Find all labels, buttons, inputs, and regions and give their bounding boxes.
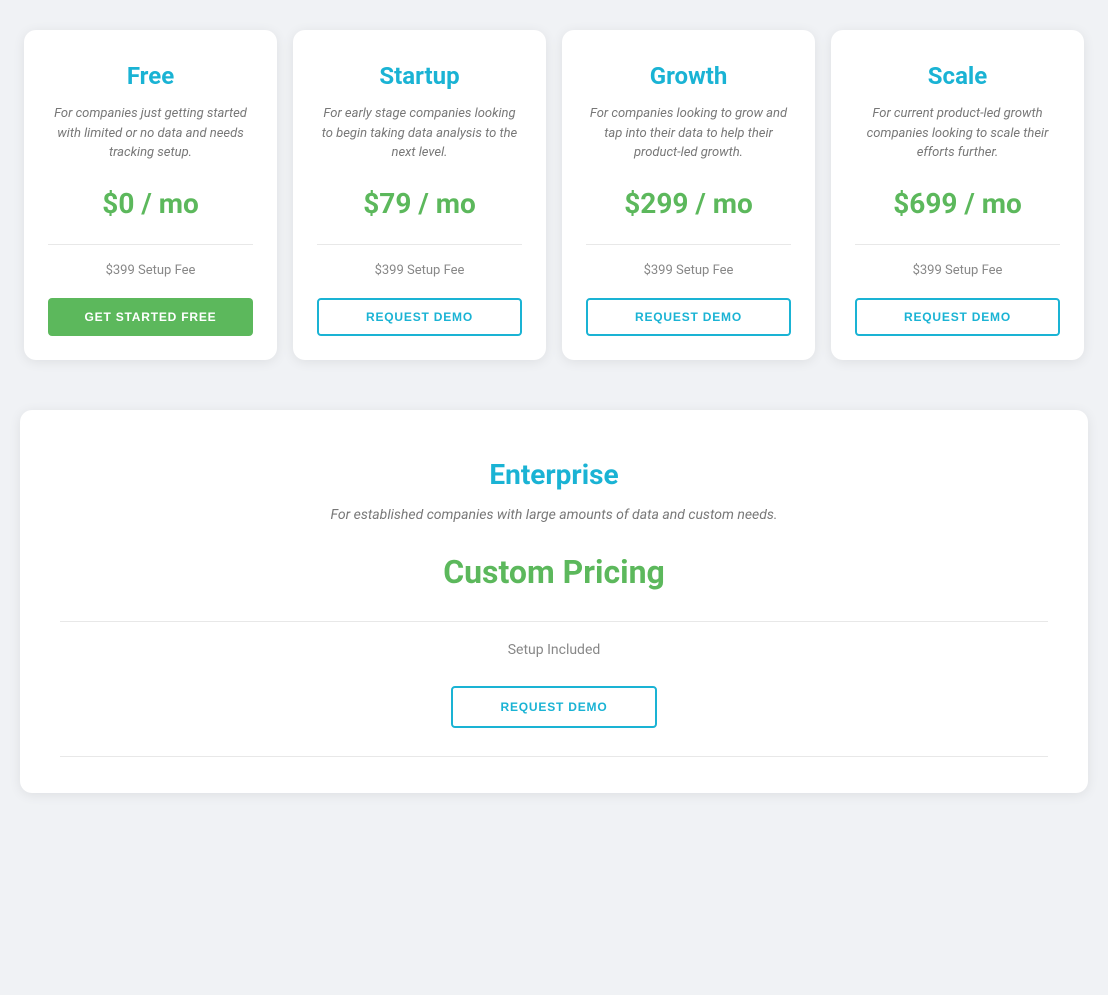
plan-card-scale: Scale For current product-led growth com…	[831, 30, 1084, 360]
plan-divider-free	[48, 244, 253, 245]
plan-name-growth: Growth	[650, 62, 728, 90]
plan-bottom-divider-enterprise	[60, 756, 1048, 757]
plan-divider-startup	[317, 244, 522, 245]
plan-description-enterprise: For established companies with large amo…	[331, 507, 778, 523]
plan-setup-fee-free: $399 Setup Fee	[106, 263, 196, 278]
plan-card-growth: Growth For companies looking to grow and…	[562, 30, 815, 360]
plan-top-divider-enterprise	[60, 621, 1048, 622]
plan-cta-enterprise[interactable]: REQUEST DEMO	[451, 686, 658, 728]
plan-card-startup: Startup For early stage companies lookin…	[293, 30, 546, 360]
plan-cta-scale[interactable]: REQUEST DEMO	[855, 298, 1060, 336]
plan-price-growth: $299 / mo	[624, 187, 753, 220]
plan-name-free: Free	[127, 62, 174, 90]
plan-divider-scale	[855, 244, 1060, 245]
plan-setup-fee-enterprise: Setup Included	[508, 642, 601, 658]
plan-price-startup: $79 / mo	[363, 187, 476, 220]
plan-card-free: Free For companies just getting started …	[24, 30, 277, 360]
plan-name-scale: Scale	[928, 62, 987, 90]
plan-setup-fee-startup: $399 Setup Fee	[375, 263, 465, 278]
plan-description-free: For companies just getting started with …	[48, 104, 253, 163]
plan-name-enterprise: Enterprise	[489, 458, 618, 491]
plan-description-scale: For current product-led growth companies…	[855, 104, 1060, 163]
plan-setup-fee-growth: $399 Setup Fee	[644, 263, 734, 278]
pricing-cards-row: Free For companies just getting started …	[20, 20, 1088, 370]
plan-cta-free[interactable]: GET STARTED FREE	[48, 298, 253, 336]
plan-cta-growth[interactable]: REQUEST DEMO	[586, 298, 791, 336]
plan-price-free: $0 / mo	[102, 187, 199, 220]
plan-cta-startup[interactable]: REQUEST DEMO	[317, 298, 522, 336]
plan-setup-fee-scale: $399 Setup Fee	[913, 263, 1003, 278]
plan-card-enterprise: Enterprise For established companies wit…	[20, 410, 1088, 793]
plan-divider-growth	[586, 244, 791, 245]
plan-description-startup: For early stage companies looking to beg…	[317, 104, 522, 163]
plan-price-enterprise: Custom Pricing	[443, 553, 665, 591]
plan-description-growth: For companies looking to grow and tap in…	[586, 104, 791, 163]
plan-price-scale: $699 / mo	[893, 187, 1022, 220]
plan-name-startup: Startup	[379, 62, 459, 90]
